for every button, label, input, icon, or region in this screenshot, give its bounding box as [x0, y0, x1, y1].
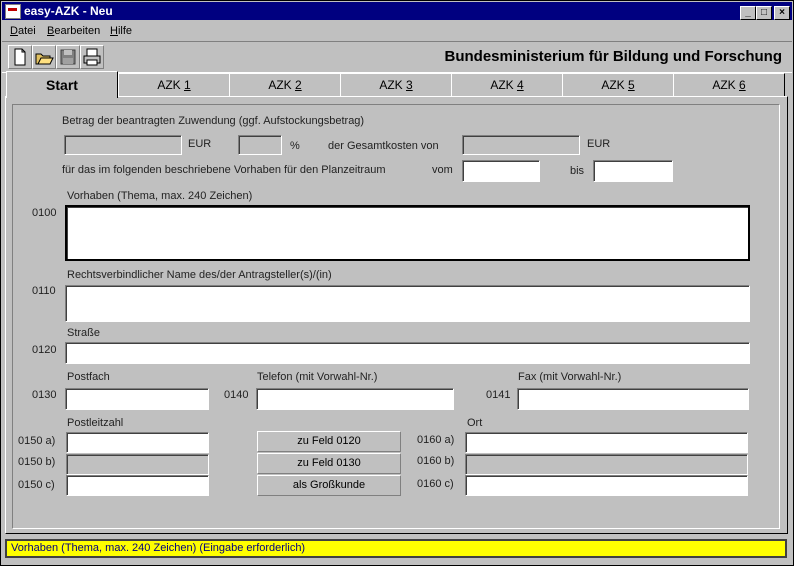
tab-label-prefix: AZK — [268, 78, 295, 92]
betrag-field — [64, 135, 182, 155]
tab-label-num: 5 — [627, 78, 635, 92]
new-document-button[interactable] — [8, 45, 32, 69]
close-button[interactable]: × — [774, 6, 790, 20]
postfach-code: 0130 — [32, 389, 57, 401]
zu-feld-0120-button[interactable]: zu Feld 0120 — [257, 431, 401, 452]
postleitzahl-label: Postleitzahl — [67, 417, 124, 429]
antragsteller-name-textarea[interactable] — [65, 285, 750, 322]
eur2-label: EUR — [587, 138, 611, 150]
save-disk-icon — [60, 49, 76, 65]
postfach-label: Postfach — [67, 371, 110, 383]
bis-label: bis — [570, 165, 585, 177]
plz-a-input[interactable] — [66, 432, 209, 453]
menu-datei-label: atei — [17, 25, 36, 37]
toolbar: Bundesministerium für Bildung und Forsch… — [2, 41, 792, 73]
tab-label-num: 6 — [738, 78, 746, 92]
plz-b-input — [66, 454, 209, 475]
print-icon — [83, 48, 101, 66]
ort-label: Ort — [467, 417, 483, 429]
postfach-input[interactable] — [65, 388, 209, 410]
tab-azk-5[interactable]: AZK 5 — [562, 73, 674, 96]
tab-label-prefix: AZK — [601, 78, 628, 92]
tab-label-num: 3 — [405, 78, 413, 92]
ort-a-code: 0160 a) — [417, 434, 455, 446]
print-button[interactable] — [80, 45, 104, 69]
tab-azk-1[interactable]: AZK 1 — [118, 73, 230, 96]
menu-datei-mnemonic: D — [10, 25, 18, 37]
menu-bearbeiten[interactable]: Bearbeiten — [47, 25, 100, 37]
vom-label: vom — [432, 164, 453, 176]
ort-c-input[interactable] — [465, 475, 748, 496]
tab-azk-2[interactable]: AZK 2 — [229, 73, 341, 96]
title-bar: easy-AZK - Neu _ □ × — [2, 2, 792, 20]
tab-label-num: 4 — [516, 78, 524, 92]
fax-label: Fax (mit Vorwahl-Nr.) — [518, 371, 622, 383]
name-label: Rechtsverbindlicher Name des/der Antrags… — [67, 269, 332, 281]
plz-c-input[interactable] — [66, 475, 209, 496]
new-document-icon — [14, 48, 26, 66]
strasse-label: Straße — [67, 327, 101, 339]
menu-hilfe[interactable]: Hilfe — [110, 25, 132, 37]
strasse-code: 0120 — [32, 344, 57, 356]
plz-b-code: 0150 b) — [18, 456, 56, 468]
zu-feld-0130-button[interactable]: zu Feld 0130 — [257, 453, 401, 474]
telefon-input[interactable] — [256, 388, 454, 410]
save-button[interactable] — [56, 45, 80, 69]
tab-start[interactable]: Start — [6, 71, 118, 98]
tab-azk-6[interactable]: AZK 6 — [673, 73, 785, 96]
ort-c-code: 0160 c) — [417, 478, 454, 490]
tab-label-prefix: AZK — [490, 78, 517, 92]
vorhaben-code: 0100 — [32, 207, 57, 219]
ministry-title: Bundesministerium für Bildung und Forsch… — [444, 48, 783, 65]
als-grosskunde-button[interactable]: als Großkunde — [257, 475, 401, 496]
tab-azk-4[interactable]: AZK 4 — [451, 73, 563, 96]
percent-label: % — [290, 140, 300, 152]
menu-datei[interactable]: Datei — [10, 25, 36, 37]
menu-bearbeiten-label: earbeiten — [54, 25, 101, 37]
tab-label-prefix: AZK — [157, 78, 184, 92]
open-button[interactable] — [32, 45, 56, 69]
ort-a-input[interactable] — [465, 432, 748, 453]
eur-label: EUR — [188, 138, 212, 150]
fax-code: 0141 — [486, 389, 511, 401]
tab-label-num: 2 — [294, 78, 302, 92]
tab-start-label: Start — [46, 77, 78, 93]
ort-b-code: 0160 b) — [417, 455, 455, 467]
zeitraum-label: für das im folgenden beschriebene Vorhab… — [62, 164, 386, 176]
tab-label-prefix: AZK — [379, 78, 406, 92]
maximize-button[interactable]: □ — [756, 6, 772, 20]
tab-label-prefix: AZK — [712, 78, 739, 92]
strasse-input[interactable] — [65, 342, 750, 364]
plz-c-code: 0150 c) — [18, 479, 55, 491]
percent-field — [238, 135, 282, 155]
app-icon — [5, 4, 21, 19]
name-code: 0110 — [32, 285, 56, 297]
open-folder-icon — [35, 53, 54, 65]
bis-date-input[interactable] — [593, 160, 673, 182]
tab-label-num: 1 — [183, 78, 191, 92]
gesamtkosten-field — [462, 135, 580, 155]
menu-hilfe-mnemonic: H — [110, 25, 118, 37]
plz-a-code: 0150 a) — [18, 435, 56, 447]
status-bar: Vorhaben (Thema, max. 240 Zeichen) (Eing… — [5, 539, 787, 558]
vom-date-input[interactable] — [462, 160, 540, 182]
minimize-button[interactable]: _ — [740, 6, 756, 20]
tab-azk-3[interactable]: AZK 3 — [340, 73, 452, 96]
menu-hilfe-label: ilfe — [117, 25, 133, 37]
vorhaben-textarea[interactable] — [65, 205, 750, 261]
gesamtkosten-label: der Gesamtkosten von — [328, 140, 439, 152]
menu-bar: Datei Bearbeiten Hilfe — [2, 22, 792, 40]
window-title: easy-AZK - Neu — [24, 4, 113, 18]
telefon-label: Telefon (mit Vorwahl-Nr.) — [257, 371, 378, 383]
telefon-code: 0140 — [224, 389, 249, 401]
betrag-label: Betrag der beantragten Zuwendung (ggf. A… — [62, 115, 365, 127]
fax-input[interactable] — [517, 388, 749, 410]
vorhaben-label: Vorhaben (Thema, max. 240 Zeichen) — [67, 190, 253, 202]
ort-b-input — [465, 454, 748, 475]
